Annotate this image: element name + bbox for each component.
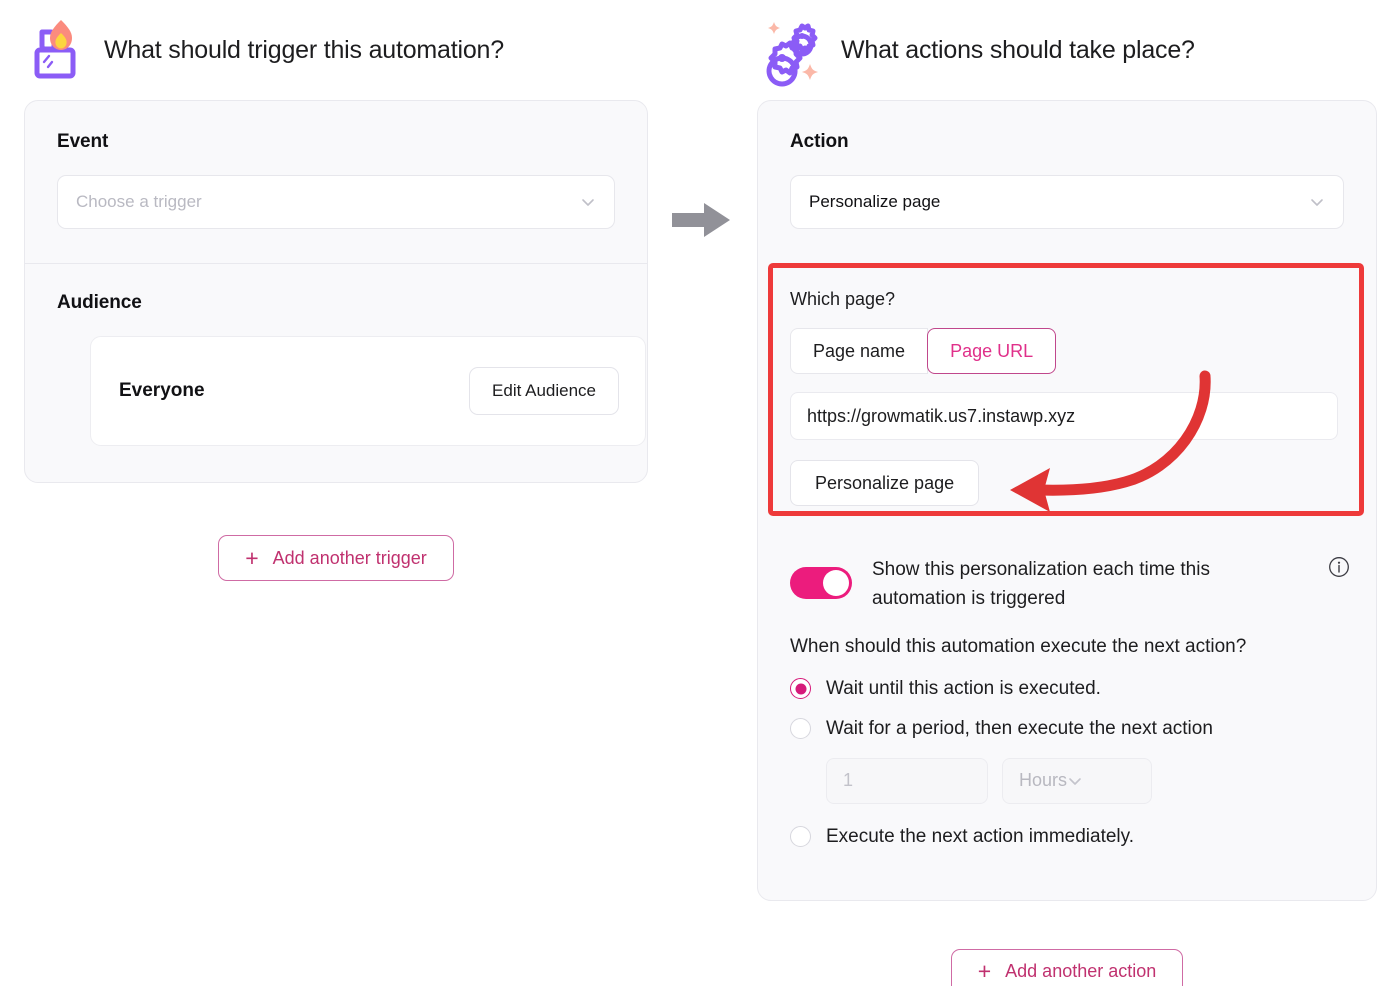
automation-builder-screen: What should trigger this automation? Eve… (0, 0, 1400, 986)
add-another-action-label: Add another action (1005, 961, 1157, 982)
trigger-column: What should trigger this automation? Eve… (24, 0, 648, 581)
show-personalization-toggle[interactable] (790, 567, 852, 599)
add-another-action-button[interactable]: + Add another action (950, 948, 1184, 986)
action-column: What actions should take place? Action P… (757, 0, 1377, 986)
trigger-column-title: What should trigger this automation? (104, 35, 504, 64)
action-card: Action Personalize page Which page? Page… (757, 100, 1377, 901)
which-page-label: Which page? (790, 289, 896, 309)
next-action-section: When should this automation execute the … (758, 614, 1376, 900)
wait-period-controls: 1 Hours (826, 757, 1344, 804)
chevron-down-icon (580, 194, 596, 210)
show-personalization-label: Show this personalization each time this… (872, 559, 1210, 609)
edit-audience-button[interactable]: Edit Audience (469, 367, 619, 415)
audience-section: Audience Everyone Edit Audience (25, 264, 647, 482)
add-another-trigger-label: Add another trigger (272, 547, 427, 568)
show-personalization-row: Show this personalization each time this… (758, 536, 1376, 614)
radio-button-icon (790, 718, 811, 740)
tab-page-url[interactable]: Page URL (927, 328, 1057, 374)
event-section: Event Choose a trigger (25, 101, 647, 263)
flow-connector-arrow (672, 203, 730, 237)
radio-wait-for-period[interactable]: Wait for a period, then execute the next… (790, 718, 1344, 740)
action-section-title: Action (790, 131, 849, 152)
add-another-trigger-button[interactable]: + Add another trigger (218, 535, 454, 581)
action-column-title: What actions should take place? (841, 35, 1195, 64)
audience-section-title: Audience (57, 292, 142, 313)
event-section-title: Event (57, 131, 109, 152)
action-section: Action Personalize page (758, 101, 1376, 263)
gears-sparkle-icon (757, 14, 821, 87)
plus-icon: + (977, 958, 992, 985)
trigger-select[interactable]: Choose a trigger (57, 175, 615, 229)
action-column-header: What actions should take place? (757, 0, 1377, 100)
toggle-knob (823, 570, 849, 596)
wait-period-amount-input[interactable]: 1 (826, 757, 988, 804)
plus-icon: + (245, 544, 259, 571)
action-select[interactable]: Personalize page (790, 175, 1344, 229)
add-action-row: + Add another action (757, 948, 1377, 986)
page-selector-tabs: Page name Page URL (790, 328, 1057, 374)
personalize-page-button[interactable]: Personalize page (790, 460, 980, 506)
add-trigger-row: + Add another trigger (24, 535, 648, 581)
personalize-button-row: Personalize page (790, 460, 1344, 506)
radio-button-icon (790, 826, 811, 848)
which-page-section: Which page? Page name Page URL https://g… (758, 263, 1376, 536)
audience-name: Everyone (119, 380, 205, 401)
radio-execute-immediately[interactable]: Execute the next action immediately. (790, 826, 1344, 848)
radio-execute-immediately-label: Execute the next action immediately. (826, 825, 1135, 847)
lighter-flame-icon (22, 14, 86, 86)
audience-box: Everyone Edit Audience (90, 336, 646, 446)
chevron-down-icon (1067, 773, 1083, 789)
action-select-value: Personalize page (809, 192, 941, 211)
trigger-select-placeholder: Choose a trigger (76, 192, 202, 211)
radio-wait-until-executed-label: Wait until this action is executed. (826, 677, 1101, 699)
chevron-down-icon (1309, 194, 1325, 210)
wait-period-unit-value: Hours (1019, 770, 1068, 791)
wait-period-unit-select[interactable]: Hours (1002, 757, 1152, 804)
radio-button-icon (790, 678, 811, 700)
radio-wait-until-executed[interactable]: Wait until this action is executed. (790, 678, 1344, 700)
trigger-card: Event Choose a trigger Audience Everyone… (24, 100, 648, 483)
radio-wait-for-period-label: Wait for a period, then execute the next… (826, 717, 1213, 739)
next-action-question: When should this automation execute the … (790, 635, 1247, 657)
tab-page-name[interactable]: Page name (790, 328, 929, 374)
trigger-column-header: What should trigger this automation? (24, 0, 648, 100)
info-circle-icon[interactable] (1328, 556, 1350, 578)
page-url-input[interactable]: https://growmatik.us7.instawp.xyz (790, 392, 1338, 440)
